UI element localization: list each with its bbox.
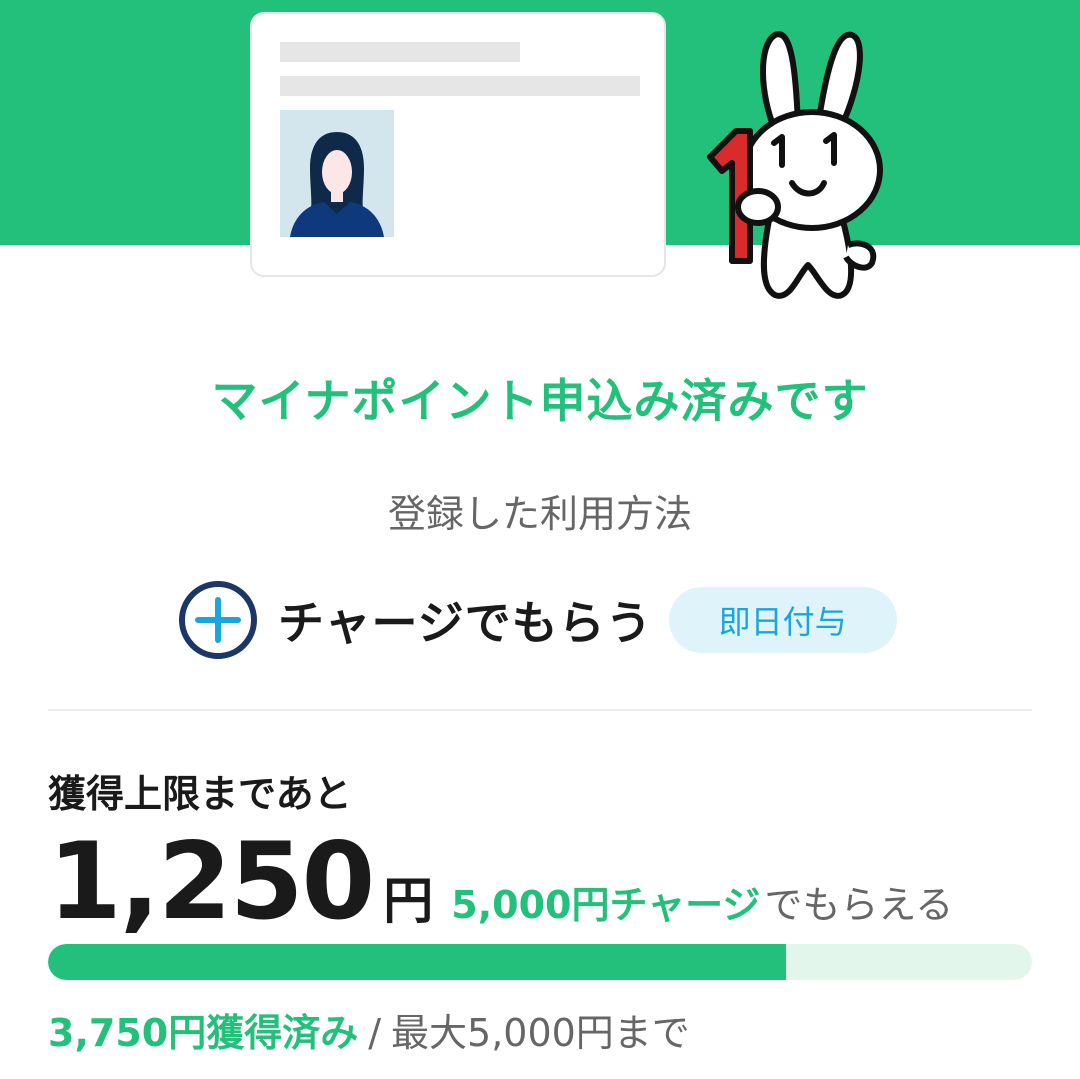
person-avatar-icon <box>280 110 394 237</box>
earned-points-text: 3,750円獲得済み <box>48 1011 359 1055</box>
registered-method-row: チャージでもらう 即日付与 <box>178 580 897 660</box>
plus-circle-icon <box>178 580 258 660</box>
instant-grant-badge: 即日付与 <box>668 587 897 653</box>
remaining-to-limit-label: 獲得上限まであと <box>48 772 352 816</box>
points-progress-bar <box>48 944 1032 980</box>
points-progress-fill <box>48 944 786 980</box>
charge-suffix: でもらえる <box>764 883 954 927</box>
separator: / <box>368 1011 382 1055</box>
required-charge-amount: 5,000円チャージ <box>451 883 761 927</box>
earned-summary-row: 3,750円獲得済み / 最大5,000円まで <box>48 1002 690 1057</box>
card-text-placeholder <box>280 42 520 62</box>
max-points-text: 最大5,000円まで <box>391 1011 690 1055</box>
mynumber-card-illustration <box>250 12 666 277</box>
mascot-rabbit-illustration <box>700 25 890 305</box>
registered-method-label: 登録した利用方法 <box>387 492 692 536</box>
section-divider <box>48 709 1032 711</box>
remaining-amount: 1,250 <box>48 820 375 943</box>
remaining-amount-row: 1,250 円 5,000円チャージ でもらえる <box>48 820 954 943</box>
card-text-placeholder <box>280 76 640 96</box>
application-status-title: マイナポイント申込み済みです <box>211 374 869 428</box>
method-name: チャージでもらう <box>278 596 653 650</box>
currency-unit: 円 <box>383 872 434 930</box>
